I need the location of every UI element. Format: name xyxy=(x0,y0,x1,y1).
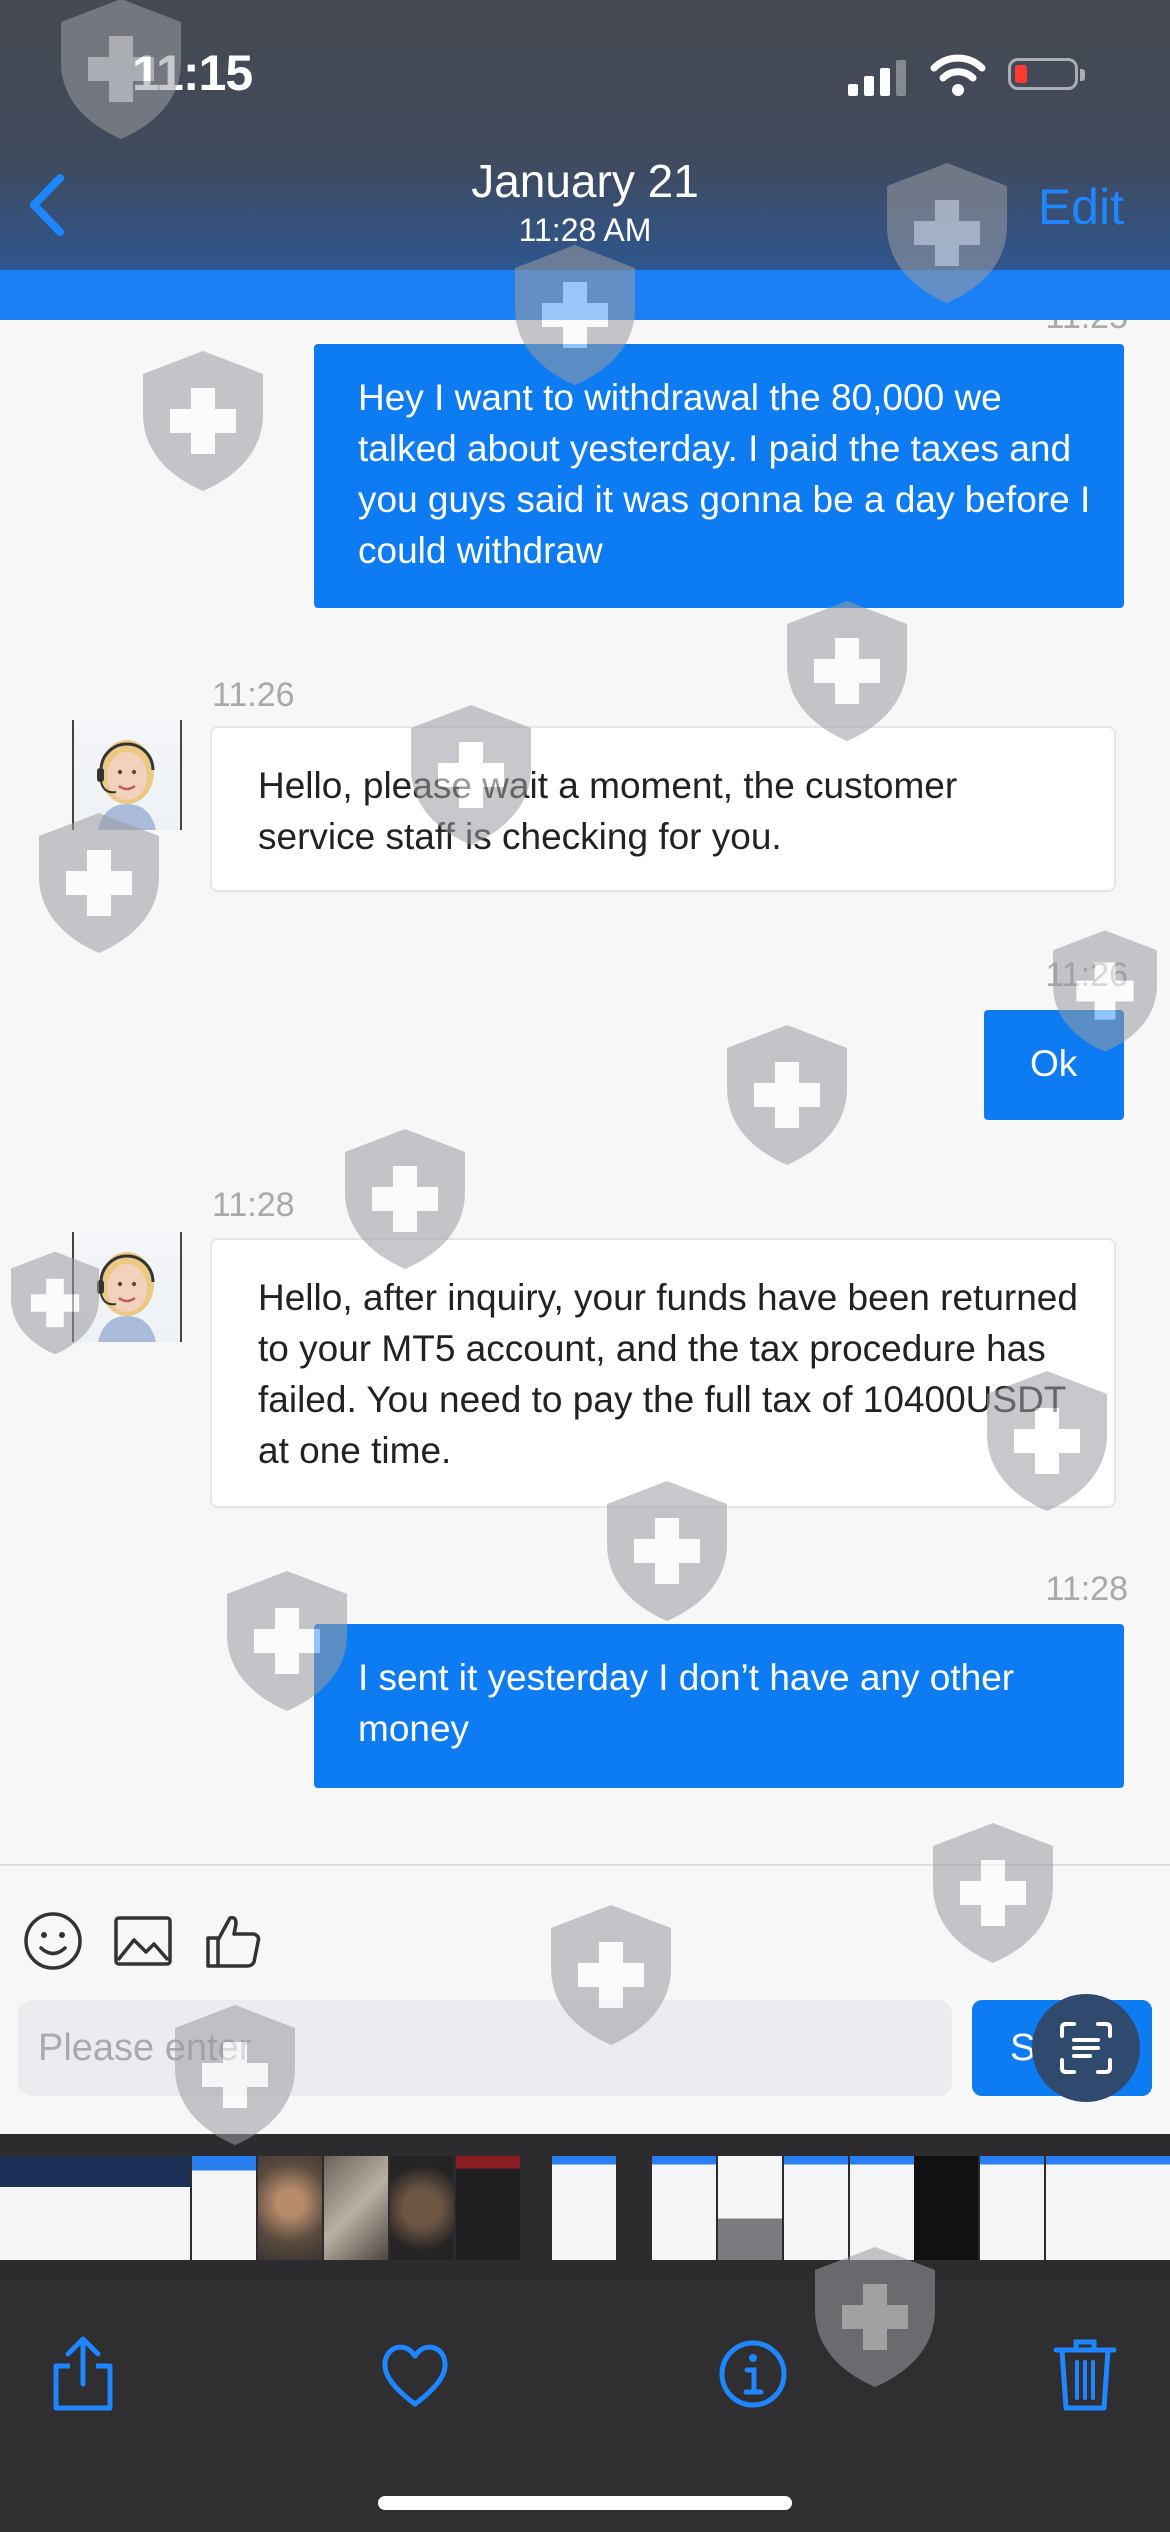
image-icon[interactable] xyxy=(112,1910,174,1972)
message-text: Hello, please wait a moment, the custome… xyxy=(258,765,958,857)
chat-transcript[interactable]: 11:25 Hey I want to withdrawal the 80,00… xyxy=(0,320,1170,1864)
live-text-scan-button[interactable] xyxy=(1032,1994,1140,2102)
nav-title: January 21 xyxy=(471,155,699,207)
trash-icon[interactable] xyxy=(1048,2332,1122,2414)
message-text: Ok xyxy=(1030,1043,1078,1084)
wifi-icon xyxy=(930,54,986,96)
message-time: 11:28 xyxy=(212,1186,295,1224)
photo-thumbnail[interactable] xyxy=(784,2156,848,2260)
status-icons xyxy=(848,54,1098,100)
emoji-icon[interactable] xyxy=(22,1910,84,1972)
photo-thumbnail[interactable] xyxy=(62,2156,126,2260)
info-icon[interactable] xyxy=(716,2332,790,2414)
incoming-message: Hello, after inquiry, your funds have be… xyxy=(210,1238,1116,1508)
share-icon[interactable] xyxy=(46,2332,120,2414)
photo-thumbnail[interactable] xyxy=(192,2156,256,2260)
photo-thumbnail[interactable] xyxy=(718,2156,782,2260)
message-time: 11:28 xyxy=(1045,1570,1128,1608)
message-text: Hello, after inquiry, your funds have be… xyxy=(258,1277,1078,1471)
message-text: I sent it yesterday I don’t have any oth… xyxy=(358,1657,1015,1749)
photo-thumbnail[interactable] xyxy=(126,2156,190,2260)
agent-avatar xyxy=(72,1232,182,1342)
outgoing-message: Hey I want to withdrawal the 80,000 we t… xyxy=(314,344,1124,608)
outgoing-message: Ok xyxy=(984,1010,1124,1120)
photo-thumbnail[interactable] xyxy=(652,2156,716,2260)
photo-thumbnail[interactable] xyxy=(258,2156,322,2260)
photo-thumbnail[interactable] xyxy=(1110,2156,1170,2260)
message-time: 11:25 xyxy=(1045,320,1128,337)
photo-thumbnail-strip[interactable] xyxy=(0,2134,1170,2280)
cellular-signal-icon xyxy=(848,60,906,96)
photo-thumbnail[interactable] xyxy=(980,2156,1044,2260)
photo-thumbnail[interactable] xyxy=(850,2156,914,2260)
message-time: 11:26 xyxy=(1045,956,1128,994)
photo-thumbnail[interactable] xyxy=(1046,2156,1110,2260)
outgoing-message: I sent it yesterday I don’t have any oth… xyxy=(314,1624,1124,1788)
heart-icon[interactable] xyxy=(378,2332,452,2414)
photos-top-bar: 11:15 January 21 11:28 AM Edit xyxy=(0,0,1170,270)
photo-thumbnail[interactable] xyxy=(390,2156,454,2260)
photo-thumbnail[interactable] xyxy=(324,2156,388,2260)
status-time: 11:15 xyxy=(132,45,253,101)
photo-thumbnail[interactable] xyxy=(552,2156,616,2260)
text-scan-icon xyxy=(1060,2022,1112,2074)
nav-subtitle: 11:28 AM xyxy=(518,212,652,248)
photo-thumbnail[interactable] xyxy=(0,2156,64,2260)
home-indicator[interactable] xyxy=(378,2496,792,2510)
photo-thumbnail[interactable] xyxy=(914,2156,978,2260)
composer: Send xyxy=(0,1864,1170,2136)
thumbs-up-icon[interactable] xyxy=(202,1910,264,1972)
chat-header-strip xyxy=(0,270,1170,320)
battery-icon xyxy=(1008,58,1085,90)
edit-button[interactable]: Edit xyxy=(1038,178,1124,236)
message-text: Hey I want to withdrawal the 80,000 we t… xyxy=(358,377,1091,571)
message-time: 11:26 xyxy=(212,676,295,714)
photos-bottom-toolbar xyxy=(0,2280,1170,2532)
agent-avatar xyxy=(72,720,182,830)
photo-thumbnail[interactable] xyxy=(456,2156,520,2260)
incoming-message: Hello, please wait a moment, the custome… xyxy=(210,726,1116,892)
message-input[interactable] xyxy=(18,2000,952,2096)
